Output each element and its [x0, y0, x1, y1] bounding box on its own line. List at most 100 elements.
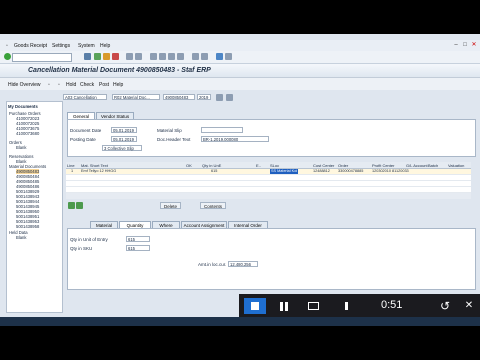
menu-settings[interactable]: Settings [52, 43, 70, 49]
tree-item[interactable]: 4100073680 [16, 131, 39, 136]
replay-icon[interactable]: ↺ [434, 298, 456, 314]
menu-help[interactable]: Help [100, 43, 110, 49]
material-slip-label: Material Slip [157, 128, 182, 133]
picture-icon[interactable] [303, 298, 325, 314]
tree-item[interactable]: Blank [16, 235, 26, 240]
select-all-icon[interactable] [68, 202, 75, 209]
menu-icon[interactable]: ▫ [6, 43, 8, 49]
standard-toolbar [0, 51, 480, 64]
command-field[interactable] [12, 53, 72, 62]
posting-date-field[interactable]: 05.01.2019 [111, 136, 137, 142]
col-line: Line [67, 163, 75, 168]
tab-internal-order[interactable]: Internal Order [228, 221, 268, 228]
first-page-icon[interactable] [150, 53, 157, 60]
letterbox-bottom [0, 326, 480, 360]
check-button[interactable]: Check [80, 82, 94, 88]
items-grid-header: Line Mat. Short Text OK Qty in UnE E.. S… [66, 162, 471, 169]
document-date-label: Document Date [70, 128, 102, 133]
collective-slip-select[interactable]: 3 Collective Slip [102, 145, 142, 151]
print-icon[interactable] [126, 53, 133, 60]
col-profit-center: Profit Center [372, 163, 395, 168]
enter-icon[interactable] [4, 53, 11, 60]
tab-quantity[interactable]: Quantity [119, 221, 151, 228]
new-doc-icon[interactable]: ▫ [48, 82, 50, 88]
doc-header-text-field[interactable]: BR-1.2019.000080 [201, 136, 269, 142]
qty-unit-entry-field[interactable]: 615 [126, 236, 150, 242]
search-doc-icon[interactable] [226, 94, 233, 101]
menu-bar: ▫ Goods Receipt Settings System Help – □… [0, 40, 480, 51]
tree-item[interactable]: Blank [16, 145, 26, 150]
menu-system[interactable]: System [78, 43, 95, 49]
help-icon[interactable] [216, 53, 223, 60]
my-documents-heading: My Documents [8, 104, 38, 109]
cell-line: 1 [71, 169, 74, 173]
grid-scrollbar[interactable] [66, 193, 471, 199]
tab-vendor[interactable]: Vendor Status [96, 112, 134, 119]
delete-button[interactable]: Delete [160, 202, 182, 209]
menu-goods-receipt[interactable]: Goods Receipt [14, 43, 47, 49]
hold-button[interactable]: Hold [66, 82, 76, 88]
cell-order[interactable]: 330000478885 [338, 169, 363, 174]
deselect-all-icon[interactable] [76, 202, 83, 209]
cell-mat-short-text[interactable]: Emf Tellyo 12 HHGG [81, 169, 116, 174]
col-cost-center: Cost Center [313, 163, 335, 168]
contents-button[interactable]: Contents [200, 202, 227, 209]
document-year-field[interactable]: 2019 [197, 94, 211, 100]
close-icon[interactable]: ✕ [470, 41, 478, 49]
letterbox-top [0, 0, 480, 34]
new-session-icon[interactable] [192, 53, 199, 60]
sap-window: ▫ Goods Receipt Settings System Help – □… [0, 0, 480, 360]
post-button[interactable]: Post [99, 82, 109, 88]
movement-type-select[interactable]: R02 Material Doc... [112, 94, 160, 100]
col-gl-account: G/L Account [406, 163, 428, 168]
maximize-icon[interactable]: □ [461, 41, 469, 49]
back-icon[interactable] [94, 53, 101, 60]
qty-sku-field[interactable]: 615 [126, 245, 150, 251]
last-page-icon[interactable] [177, 53, 184, 60]
col-mat-short-text: Mat. Short Text [81, 163, 108, 168]
tab-general[interactable]: General [67, 112, 95, 119]
qty-sku-label: Qty in SKU [70, 246, 93, 251]
help-button[interactable]: Help [113, 82, 123, 88]
save-icon[interactable] [84, 53, 91, 60]
qty-unit-entry-label: Qty in Unit of Entry [70, 237, 108, 242]
time-readout: 0:51 [381, 299, 403, 311]
cell-cost-center[interactable]: 12488812 [313, 169, 330, 174]
tab-where[interactable]: Where [152, 221, 180, 228]
col-qty-unit: Qty in UnE [202, 163, 222, 168]
material-slip-field[interactable] [201, 127, 243, 133]
page-title: Cancellation Material Document 490085048… [28, 67, 211, 74]
col-ok: OK [186, 163, 192, 168]
stop-icon[interactable] [244, 298, 266, 314]
exit-icon[interactable] [103, 53, 110, 60]
amount-field: 12.480.256 [228, 261, 258, 267]
cancel-icon[interactable] [112, 53, 119, 60]
prev-page-icon[interactable] [159, 53, 166, 60]
document-overview: My Documents Purchase Orders 4100072023 … [6, 101, 63, 313]
cell-sloc[interactable]: SS Material Koi [270, 169, 299, 174]
next-page-icon[interactable] [168, 53, 175, 60]
close-overlay-icon[interactable]: ✕ [458, 298, 480, 314]
layout-icon[interactable] [225, 53, 232, 60]
shortcut-icon[interactable] [201, 53, 208, 60]
cell-profit-center[interactable]: 120302010 81120033 [372, 169, 409, 174]
document-number-field[interactable]: 4900850483 [163, 94, 195, 100]
taskbar [0, 317, 480, 326]
col-sloc: SLoc [270, 163, 280, 168]
tab-material[interactable]: Material [90, 221, 118, 228]
doc-header-text-label: Doc.Header Text [157, 137, 191, 142]
find-icon[interactable] [135, 53, 142, 60]
volume-icon[interactable] [337, 298, 359, 314]
document-date-field[interactable]: 05.01.2019 [111, 127, 137, 133]
posting-date-label: Posting Date [70, 137, 96, 142]
display-doc-icon[interactable] [216, 94, 223, 101]
minimize-icon[interactable]: – [452, 41, 460, 49]
tab-account-assignment[interactable]: Account Assignment [181, 221, 227, 228]
open-doc-icon[interactable]: ▫ [58, 82, 60, 88]
application-toolbar: Hide Overview ▫ ▫ Hold Check Post Help [0, 78, 480, 90]
pause-icon[interactable] [273, 298, 295, 314]
tree-item[interactable]: 5001438958 [16, 224, 39, 229]
cell-qty-unit[interactable]: 615 [211, 169, 217, 174]
hide-overview-button[interactable]: Hide Overview [8, 82, 41, 88]
action-select[interactable]: A03 Cancellation [63, 94, 107, 100]
